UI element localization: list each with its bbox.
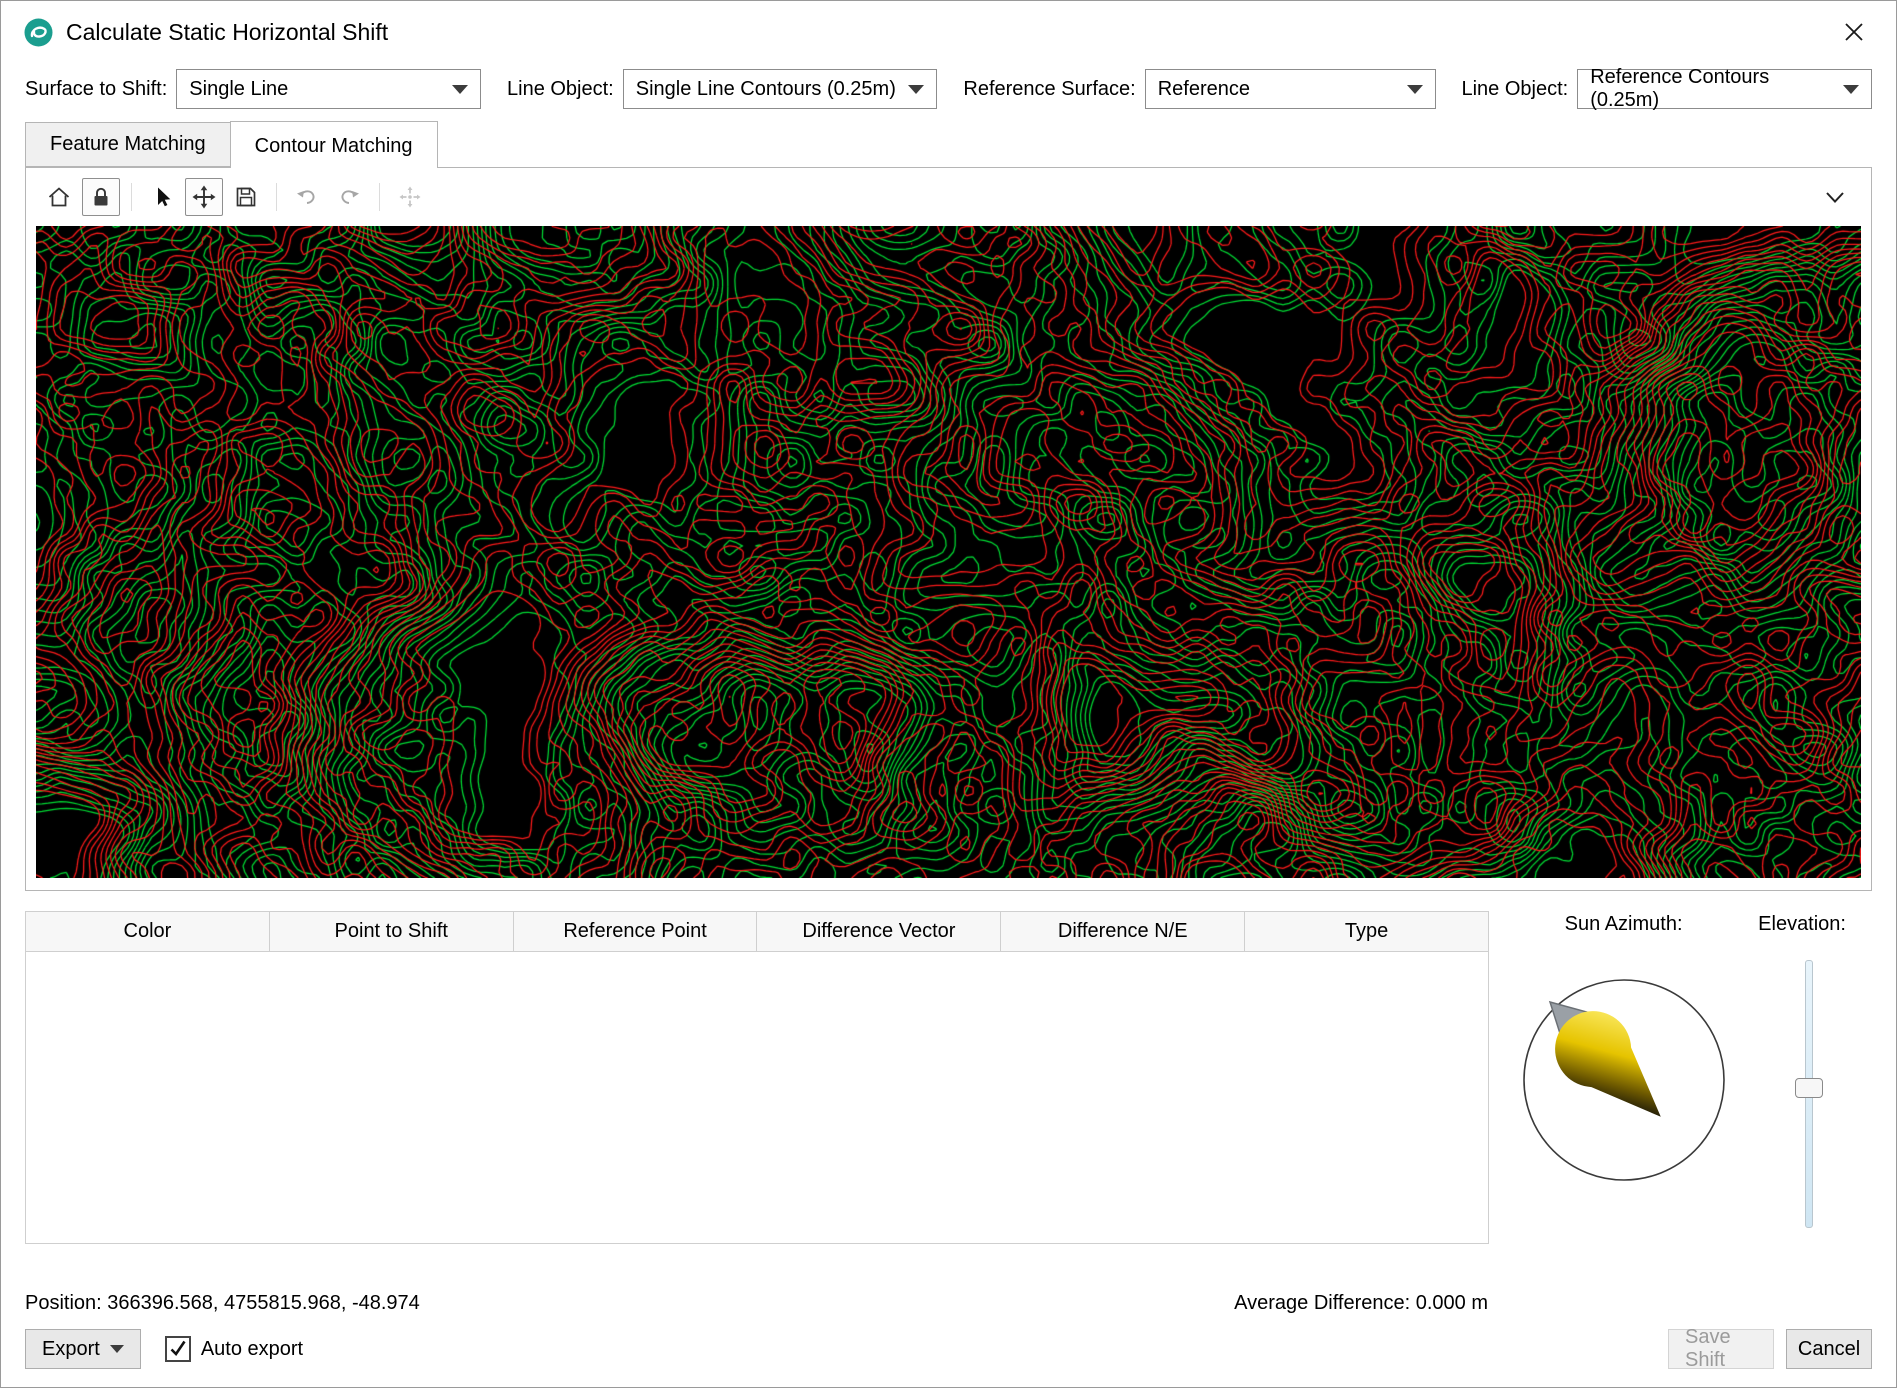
- align-points-icon: [399, 186, 421, 208]
- toolbar-separator: [276, 183, 277, 211]
- flex-spacer: [1, 1244, 1896, 1292]
- column-header-difference-vector[interactable]: Difference Vector: [756, 911, 1002, 952]
- tab-feature-matching[interactable]: Feature Matching: [25, 122, 230, 167]
- shift-points-table: Color Point to Shift Reference Point Dif…: [25, 911, 1489, 1244]
- line-object-1-value: Single Line Contours (0.25m): [635, 77, 896, 100]
- window-title: Calculate Static Horizontal Shift: [66, 18, 389, 45]
- line-object-2-select[interactable]: Reference Contours (0.25m): [1577, 66, 1872, 111]
- close-icon: [1845, 23, 1863, 41]
- export-button-label: Export: [42, 1337, 100, 1360]
- column-header-point-to-shift[interactable]: Point to Shift: [268, 911, 514, 952]
- column-header-color[interactable]: Color: [25, 911, 270, 952]
- dropdown-arrow-icon: [1406, 84, 1423, 94]
- undo-icon: [297, 190, 315, 204]
- cursor-icon: [158, 187, 171, 207]
- dropdown-arrow-icon: [908, 84, 925, 94]
- reference-surface-label: Reference Surface:: [963, 77, 1136, 100]
- checkmark-icon: [170, 1340, 186, 1357]
- dropdown-arrow-icon: [109, 1345, 124, 1353]
- line-object-2-label: Line Object:: [1461, 77, 1569, 100]
- auto-export-checkbox[interactable]: [164, 1336, 191, 1362]
- close-button[interactable]: [1834, 12, 1874, 52]
- column-header-reference-point[interactable]: Reference Point: [512, 911, 758, 952]
- surface-to-shift-value: Single Line: [189, 77, 289, 100]
- lower-section: Color Point to Shift Reference Point Dif…: [1, 891, 1896, 1244]
- select-tool-button[interactable]: [143, 178, 181, 216]
- reference-surface-value: Reference: [1157, 77, 1250, 100]
- save-shift-button[interactable]: Save Shift: [1668, 1326, 1774, 1371]
- dialog-window: Calculate Static Horizontal Shift Surfac…: [0, 0, 1897, 1388]
- map-canvas-container: [26, 226, 1871, 890]
- contour-map-canvas[interactable]: [36, 226, 1861, 878]
- controls-row: Surface to Shift: Single Line Line Objec…: [1, 63, 1896, 121]
- home-icon: [48, 187, 70, 207]
- average-difference-status: Average Difference: 0.000 m: [1234, 1292, 1488, 1314]
- auto-export-label: Auto export: [200, 1337, 304, 1360]
- map-toolbar: [26, 168, 1871, 226]
- column-header-difference-ne[interactable]: Difference N/E: [1000, 911, 1246, 952]
- sun-azimuth-label: Sun Azimuth:: [1564, 913, 1683, 935]
- surface-to-shift-label: Surface to Shift:: [25, 77, 168, 100]
- save-icon: [236, 187, 256, 207]
- home-view-button[interactable]: [40, 178, 78, 216]
- move-icon: [192, 185, 216, 209]
- redo-icon: [341, 190, 359, 204]
- footer-bar: Export Auto export Save Shift Cancel: [1, 1315, 1896, 1387]
- chevron-down-icon: [1826, 192, 1844, 203]
- lock-icon: [94, 187, 108, 206]
- surface-to-shift-select[interactable]: Single Line: [176, 69, 482, 109]
- table-body-empty: [25, 952, 1489, 1244]
- toolbar-separator: [379, 183, 380, 211]
- toolbar-separator: [131, 183, 132, 211]
- collapse-panel-button[interactable]: [1813, 178, 1857, 216]
- dropdown-arrow-icon: [1843, 84, 1859, 94]
- redo-button[interactable]: [330, 178, 368, 216]
- tab-bar: Feature Matching Contour Matching: [1, 121, 1896, 168]
- line-object-1-label: Line Object:: [507, 77, 614, 100]
- pan-tool-button[interactable]: [185, 178, 223, 216]
- elevation-control: Elevation:: [1758, 911, 1872, 1244]
- reference-surface-select[interactable]: Reference: [1144, 69, 1436, 109]
- align-points-button[interactable]: [391, 178, 429, 216]
- app-logo-icon: [24, 18, 53, 46]
- position-status: Position: 366396.568, 4755815.968, -48.9…: [25, 1292, 420, 1314]
- line-object-1-select[interactable]: Single Line Contours (0.25m): [622, 69, 938, 109]
- elevation-slider-thumb[interactable]: [1795, 1078, 1823, 1098]
- line-object-2-value: Reference Contours (0.25m): [1590, 66, 1770, 111]
- table-header-row: Color Point to Shift Reference Point Dif…: [25, 911, 1489, 952]
- sun-azimuth-dial[interactable]: [1512, 968, 1736, 1192]
- elevation-label: Elevation:: [1758, 913, 1846, 935]
- sun-azimuth-control: Sun Azimuth:: [1489, 911, 1758, 1244]
- column-header-type[interactable]: Type: [1244, 911, 1489, 952]
- undo-button[interactable]: [288, 178, 326, 216]
- save-view-button[interactable]: [227, 178, 265, 216]
- status-row: Position: 366396.568, 4755815.968, -48.9…: [1, 1292, 1896, 1315]
- contour-matching-panel: [25, 167, 1872, 891]
- export-button[interactable]: Export: [25, 1329, 141, 1369]
- title-bar: Calculate Static Horizontal Shift: [1, 1, 1896, 63]
- dropdown-arrow-icon: [452, 84, 469, 94]
- tab-contour-matching[interactable]: Contour Matching: [229, 121, 438, 168]
- lock-view-button[interactable]: [82, 178, 120, 216]
- elevation-slider[interactable]: [1794, 960, 1824, 1228]
- cancel-button[interactable]: Cancel: [1786, 1329, 1872, 1369]
